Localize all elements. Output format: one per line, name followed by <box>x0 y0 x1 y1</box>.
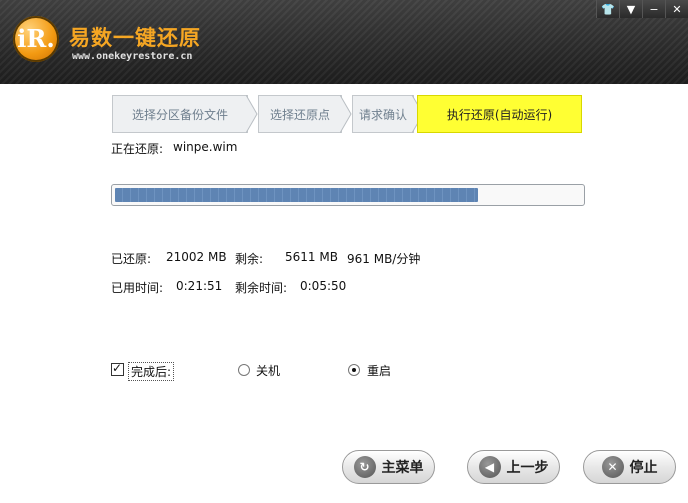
minimize-icon[interactable]: − <box>642 0 665 18</box>
main-menu-label: 主菜单 <box>381 460 424 476</box>
radio-shutdown[interactable] <box>238 364 250 376</box>
elapsed-time-label: 已用时间: <box>111 281 164 295</box>
restored-label: 已还原: <box>111 252 152 266</box>
stop-label: 停止 <box>629 460 658 476</box>
radio-shutdown-label[interactable]: 关机 <box>256 362 280 379</box>
restored-value: 21002 MB <box>166 250 227 264</box>
step-select-backup-file: 选择分区备份文件 <box>112 95 248 133</box>
menu-dropdown-icon[interactable]: ▼ <box>619 0 642 18</box>
window-controls: 👕 ▼ − ✕ <box>596 0 688 18</box>
remaining-time-label: 剩余时间: <box>235 281 288 295</box>
main-menu-button[interactable]: ↻ 主菜单 <box>342 450 435 484</box>
logo-text: iR. <box>17 24 55 53</box>
restore-progress-bar <box>111 184 585 206</box>
remaining-value: 5611 MB <box>285 250 338 264</box>
remaining-time-value: 0:05:50 <box>300 279 347 293</box>
previous-step-button[interactable]: ◀ 上一步 <box>467 450 560 484</box>
after-complete-checkbox[interactable]: ✓ <box>111 361 124 376</box>
elapsed-time-value: 0:21:51 <box>176 279 223 293</box>
app-logo-icon: iR. <box>13 16 59 62</box>
app-url: www.onekeyrestore.cn <box>72 51 193 62</box>
restoring-label: 正在还原: <box>111 142 164 156</box>
remaining-label: 剩余: <box>235 252 264 266</box>
close-icon[interactable]: ✕ <box>665 0 688 18</box>
wizard-steps: 选择分区备份文件 选择还原点 请求确认 执行还原(自动运行) <box>112 95 582 133</box>
back-arrow-icon: ◀ <box>478 456 501 478</box>
step-select-restore-point: 选择还原点 <box>258 95 342 133</box>
stop-icon: ✕ <box>601 456 624 478</box>
progress-fill <box>115 188 478 202</box>
after-complete-label[interactable]: 完成后: <box>128 362 175 381</box>
app-title: 易数一键还原 <box>69 26 201 50</box>
step-separator-icon <box>340 95 352 133</box>
restoring-file: winpe.wim <box>173 140 238 154</box>
radio-selected-dot <box>352 368 356 372</box>
title-bar: iR. 易数一键还原 www.onekeyrestore.cn 👕 ▼ − ✕ <box>0 0 688 84</box>
speed-value: 961 MB/分钟 <box>347 252 421 266</box>
step-execute-restore: 执行还原(自动运行) <box>417 95 582 133</box>
refresh-icon: ↻ <box>353 456 376 478</box>
radio-restart-label[interactable]: 重启 <box>367 362 391 379</box>
stop-button[interactable]: ✕ 停止 <box>583 450 676 484</box>
step-request-confirm: 请求确认 <box>352 95 414 133</box>
previous-step-label: 上一步 <box>506 460 549 476</box>
skin-icon[interactable]: 👕 <box>596 0 619 18</box>
step-separator-icon <box>246 95 258 133</box>
checkmark-icon: ✓ <box>112 361 123 375</box>
radio-restart[interactable] <box>348 364 360 376</box>
